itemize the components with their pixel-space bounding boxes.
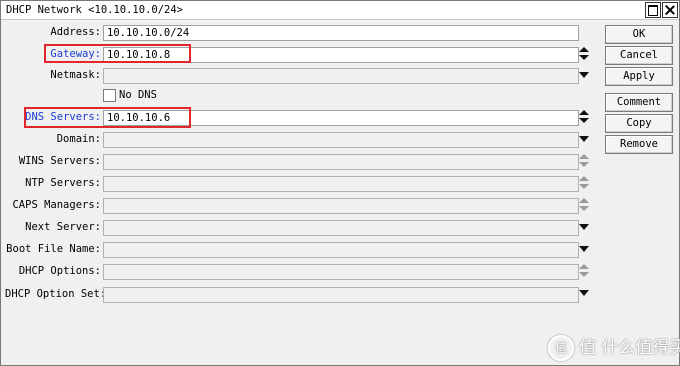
- dhcp-option-set-field[interactable]: [103, 287, 579, 303]
- remove-button[interactable]: Remove: [605, 135, 673, 154]
- dhcp-options-field[interactable]: [103, 264, 579, 280]
- wins-servers-row: WINS Servers:: [1, 154, 101, 170]
- netmask-row: Netmask:: [1, 68, 101, 84]
- dhcp-option-set-label: DHCP Option Set:: [5, 288, 107, 300]
- ntp-servers-field[interactable]: [103, 176, 579, 192]
- comment-button[interactable]: Comment: [605, 93, 673, 112]
- gateway-add-remove-icon[interactable]: [579, 47, 589, 61]
- boot-file-name-dropdown-icon[interactable]: [579, 246, 589, 252]
- caps-managers-add-remove-icon[interactable]: [579, 198, 589, 212]
- address-field[interactable]: 10.10.10.0/24: [103, 25, 579, 41]
- wins-servers-field[interactable]: [103, 154, 579, 170]
- cancel-button[interactable]: Cancel: [605, 46, 673, 65]
- domain-label: Domain:: [56, 133, 101, 145]
- boot-file-name-field[interactable]: [103, 242, 579, 258]
- next-server-dropdown-icon[interactable]: [579, 224, 589, 230]
- domain-field[interactable]: [103, 132, 579, 148]
- dhcp-options-add-remove-icon[interactable]: [579, 264, 589, 278]
- dns-servers-highlight-box: [24, 107, 191, 128]
- ok-button[interactable]: OK: [605, 25, 673, 44]
- site-watermark: 值值 什么值得买: [548, 333, 680, 361]
- boot-file-name-row: Boot File Name:: [1, 242, 101, 258]
- gateway-highlight-box: [44, 44, 191, 63]
- domain-row: Domain:: [1, 132, 101, 148]
- netmask-label: Netmask:: [50, 69, 101, 81]
- boot-file-name-label: Boot File Name:: [6, 243, 101, 255]
- dhcp-options-label: DHCP Options:: [18, 265, 101, 277]
- next-server-row: Next Server:: [1, 220, 101, 236]
- ntp-servers-add-remove-icon[interactable]: [579, 176, 589, 190]
- dns-servers-add-remove-icon[interactable]: [579, 110, 589, 124]
- watermark-text: 值 什么值得买: [579, 338, 680, 358]
- copy-button[interactable]: Copy: [605, 114, 673, 133]
- watermark-logo-icon: 值: [548, 335, 574, 361]
- dhcp-option-set-dropdown-icon[interactable]: [579, 290, 589, 296]
- window-title: DHCP Network <10.10.10.0/24>: [6, 4, 184, 16]
- caps-managers-row: CAPS Managers:: [1, 198, 101, 214]
- dhcp-options-row: DHCP Options:: [1, 264, 101, 280]
- wins-servers-add-remove-icon[interactable]: [579, 154, 589, 168]
- caps-managers-label: CAPS Managers:: [12, 199, 101, 211]
- address-row: Address:: [1, 25, 101, 41]
- maximize-icon[interactable]: [645, 2, 661, 18]
- no-dns-checkbox[interactable]: [103, 89, 116, 102]
- no-dns-label: No DNS: [119, 89, 157, 101]
- ntp-servers-label: NTP Servers:: [25, 177, 101, 189]
- dhcp-network-window: DHCP Network <10.10.10.0/24> Address: 10…: [0, 0, 680, 366]
- wins-servers-label: WINS Servers:: [18, 155, 101, 167]
- domain-dropdown-icon[interactable]: [579, 136, 589, 142]
- ntp-servers-row: NTP Servers:: [1, 176, 101, 192]
- caps-managers-field[interactable]: [103, 198, 579, 214]
- next-server-field[interactable]: [103, 220, 579, 236]
- apply-button[interactable]: Apply: [605, 67, 673, 86]
- next-server-label: Next Server:: [25, 221, 101, 233]
- title-bar: DHCP Network <10.10.10.0/24>: [1, 1, 679, 20]
- netmask-field[interactable]: [103, 68, 579, 84]
- dhcp-option-set-row: DHCP Option Set:: [1, 287, 107, 303]
- address-label: Address:: [50, 26, 101, 38]
- netmask-dropdown-icon[interactable]: [579, 72, 589, 78]
- close-icon[interactable]: [662, 2, 678, 18]
